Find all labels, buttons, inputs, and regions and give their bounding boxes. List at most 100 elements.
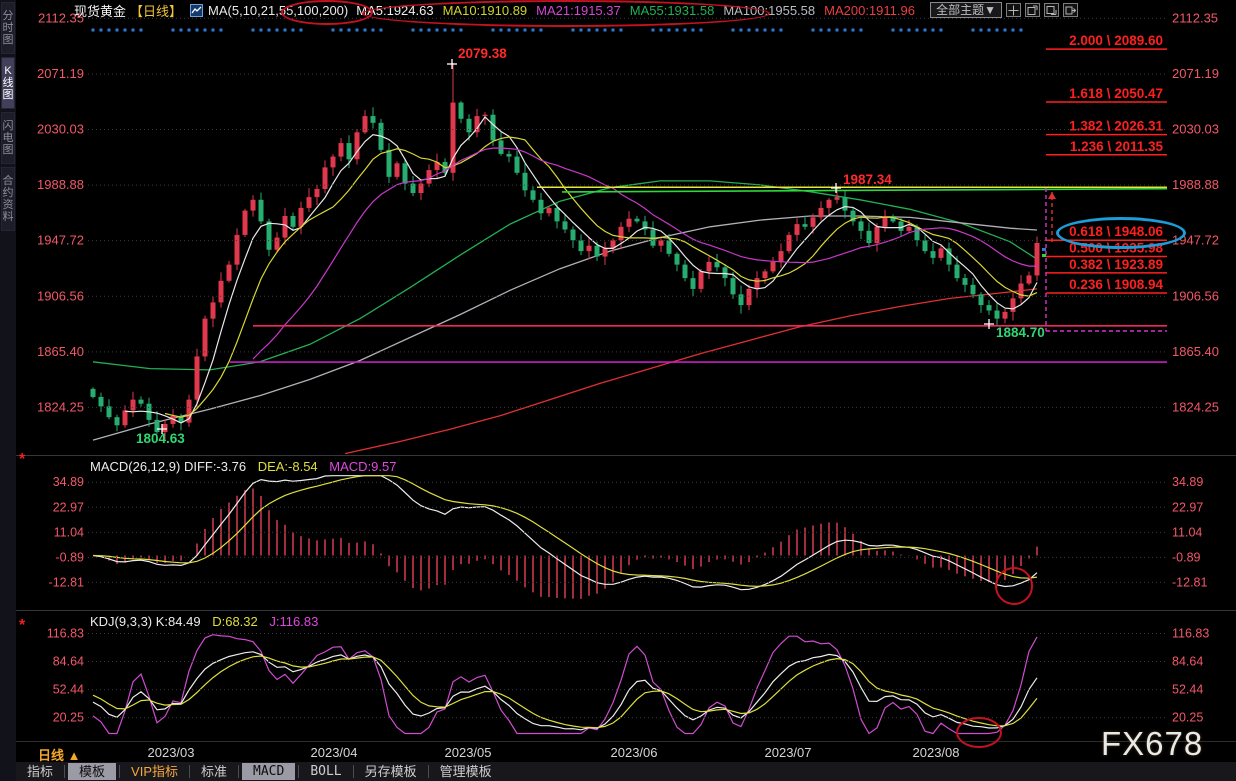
kdj-j-value: J:116.83 xyxy=(269,614,318,629)
tab-vip-indicators[interactable]: VIP指标 xyxy=(120,763,189,780)
sidebar-item-flash-chart[interactable]: 闪电图 xyxy=(1,112,15,164)
chart-text: 116.83 xyxy=(1172,627,1209,641)
chart-type-icon xyxy=(190,4,203,17)
chart-text: 0.618 \ 1948.06 xyxy=(1069,224,1163,239)
tab-standard[interactable]: 标准 xyxy=(190,763,238,780)
x-axis-date: 2023/06 xyxy=(611,745,658,760)
chart-text: 84.64 xyxy=(53,655,84,669)
chart-text: 1988.88 xyxy=(1172,177,1219,192)
sidebar-item-timeline-chart[interactable]: 分时图 xyxy=(1,2,15,54)
toolbar-divider xyxy=(238,765,239,778)
ma5-value: MA5:1924.63 xyxy=(356,3,433,18)
x-axis-date: 2023/08 xyxy=(913,745,960,760)
chart-text: 2030.03 xyxy=(1172,122,1219,137)
chart-header: 现货黄金 【日线】 MA(5,10,21,55,100,200) MA5:192… xyxy=(16,0,1236,20)
fx678-watermark: FX678 xyxy=(1101,725,1203,763)
chart-text: -0.89 xyxy=(56,550,85,564)
chart-text: 1987.34 xyxy=(843,172,892,187)
chart-text: -12.81 xyxy=(1172,575,1207,589)
window-layout-icon-2[interactable] xyxy=(1044,3,1059,17)
chart-text: 22.97 xyxy=(53,500,84,514)
chart-text: 11.04 xyxy=(54,525,84,539)
chart-text: 1.236 \ 2011.35 xyxy=(1070,139,1164,154)
chart-text: 2079.38 xyxy=(458,46,507,61)
macd-dea-value: DEA:-8.54 xyxy=(258,459,318,474)
ma-params-label: MA(5,10,21,55,100,200) xyxy=(208,3,348,18)
x-axis-row: 日线 ▲ 2023/032023/042023/052023/062023/07… xyxy=(16,741,1236,763)
ma55-value: MA55:1931.58 xyxy=(630,3,715,18)
trading-app-window: { "app": {"watermark": "FX678"}, "sideba… xyxy=(0,0,1236,781)
sidebar-item-contract-info[interactable]: 合约资料 xyxy=(1,167,15,231)
chart-text: 20.25 xyxy=(1172,711,1203,725)
period-label: 【日线】 xyxy=(130,1,182,20)
chart-text: 2071.19 xyxy=(37,66,84,81)
chart-text: 1.618 \ 2050.47 xyxy=(1069,86,1163,101)
chart-text: 1804.63 xyxy=(136,431,185,446)
tab-boll[interactable]: BOLL xyxy=(299,763,352,780)
x-axis-date: 2023/07 xyxy=(765,745,812,760)
candlestick-chart-canvas[interactable]: 2112.352112.352071.192071.192030.032030.… xyxy=(0,0,1236,781)
macd-panel xyxy=(93,476,1037,599)
chart-text: 52.44 xyxy=(53,683,84,697)
tab-save-template[interactable]: 另存模板 xyxy=(354,763,428,780)
chart-text: 0.236 \ 1908.94 xyxy=(1069,277,1163,292)
chart-text: 11.04 xyxy=(1172,525,1202,539)
chart-text: 1906.56 xyxy=(1172,288,1219,303)
chart-text: 2030.03 xyxy=(37,122,84,137)
kdj-panel-header: KDJ(9,3,3) K:84.49 D:68.32 J:116.83 xyxy=(90,614,318,629)
macd-title: MACD(26,12,9) xyxy=(90,459,180,474)
window-layout-icon-1[interactable] xyxy=(1025,3,1040,17)
x-axis-date: 2023/04 xyxy=(311,745,358,760)
ma10-value: MA10:1910.89 xyxy=(443,3,528,18)
chart-text: 2071.19 xyxy=(1172,66,1219,81)
ma21-value: MA21:1915.37 xyxy=(536,3,621,18)
main-panel xyxy=(91,63,1040,454)
chart-text: * xyxy=(19,451,26,468)
macd-macd-value: MACD:9.57 xyxy=(329,459,396,474)
tab-templates[interactable]: 模板 xyxy=(68,763,116,780)
symbol-name: 现货黄金 xyxy=(74,1,126,20)
chart-text: 1884.70 xyxy=(996,325,1045,340)
chart-text: 1865.40 xyxy=(1172,344,1219,359)
x-axis-date: 2023/05 xyxy=(445,745,492,760)
chart-text: 1865.40 xyxy=(37,344,84,359)
kdj-panel xyxy=(93,635,1037,734)
chart-text: 34.89 xyxy=(1172,475,1203,489)
chart-text: 1947.72 xyxy=(37,233,84,248)
chart-text: 1947.72 xyxy=(1172,233,1219,248)
kdj-title: KDJ(9,3,3) xyxy=(90,614,152,629)
chart-text: 1824.25 xyxy=(1172,399,1219,414)
chart-text: 0.500 \ 1935.98 xyxy=(1069,241,1163,256)
tab-manage-templates[interactable]: 管理模板 xyxy=(429,763,503,780)
chart-text: 1988.88 xyxy=(37,177,84,192)
move-tool-icon[interactable] xyxy=(1006,3,1021,17)
kdj-k-value: K:84.49 xyxy=(156,614,201,629)
chart-text: 1906.56 xyxy=(37,288,84,303)
chart-text: 2.000 \ 2089.60 xyxy=(1069,33,1163,48)
chart-text: 34.89 xyxy=(53,475,84,489)
chart-text: 20.25 xyxy=(53,711,84,725)
chart-text: * xyxy=(19,617,26,634)
chart-text: 22.97 xyxy=(1172,500,1203,514)
x-axis-date: 2023/03 xyxy=(148,745,195,760)
chart-text: -0.89 xyxy=(1172,550,1201,564)
chart-text: 84.64 xyxy=(1172,655,1203,669)
theme-selector-button[interactable]: 全部主题▼ xyxy=(930,2,1002,18)
chart-text: 1.382 \ 2026.31 xyxy=(1069,119,1163,134)
chart-text: 116.83 xyxy=(47,627,84,641)
left-sidebar: 分时图 K线图 闪电图 合约资料 xyxy=(0,0,16,781)
macd-diff-value: DIFF:-3.76 xyxy=(184,459,246,474)
tab-indicators[interactable]: 指标 xyxy=(16,763,64,780)
macd-panel-header: MACD(26,12,9) DIFF:-3.76 DEA:-8.54 MACD:… xyxy=(90,459,397,474)
tab-macd[interactable]: MACD xyxy=(242,763,295,780)
bottom-toolbar: 指标 模板 VIP指标 标准 MACD BOLL 另存模板 管理模板 xyxy=(16,762,1236,781)
kdj-d-value: D:68.32 xyxy=(212,614,258,629)
chart-text: 0.382 \ 1923.89 xyxy=(1069,257,1163,272)
chart-text: 52.44 xyxy=(1172,683,1203,697)
window-popout-icon[interactable] xyxy=(1063,3,1078,17)
chart-text: -12.81 xyxy=(49,575,84,589)
sidebar-item-kline-chart[interactable]: K线图 xyxy=(1,57,15,109)
ma200-value: MA200:1911.96 xyxy=(824,3,915,18)
toolbar-divider xyxy=(64,765,65,778)
ma100-value: MA100:1955.58 xyxy=(723,3,815,18)
